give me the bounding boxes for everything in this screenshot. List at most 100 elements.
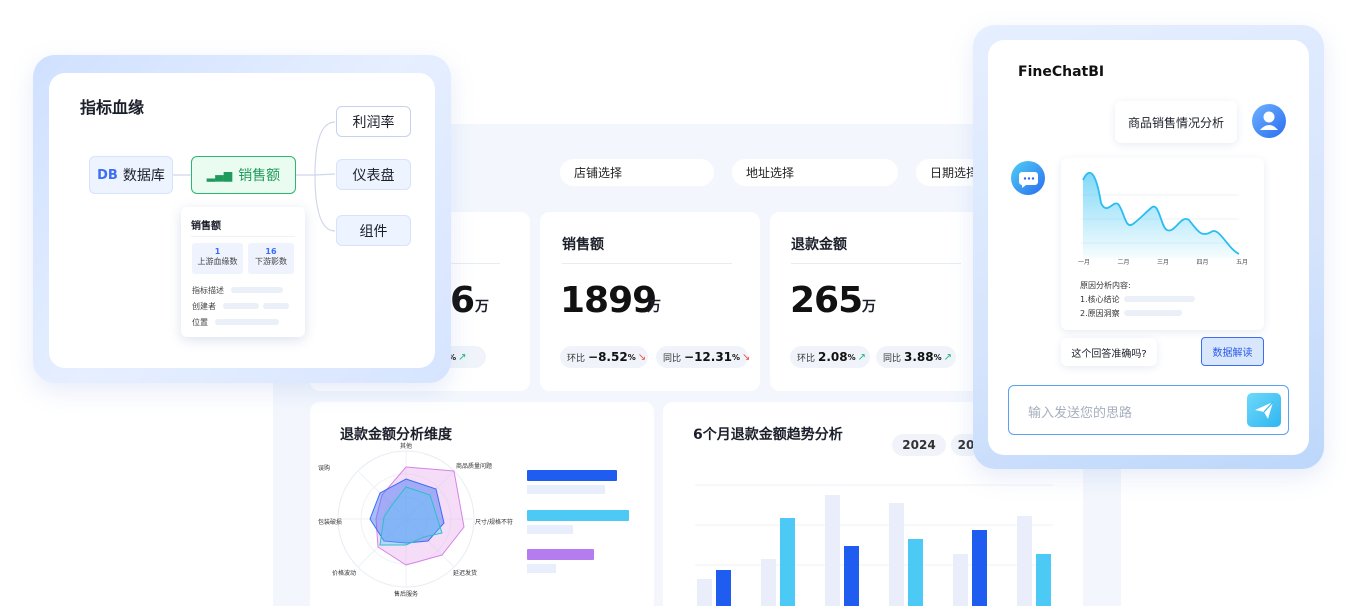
reason-placeholder [1124,310,1182,316]
arrow-down-icon: ↘ [637,351,647,363]
radar-axis-label: 包装破损 [318,518,342,526]
send-icon [1255,401,1274,419]
database-label: 数据库 [122,168,165,184]
card-title: 退款金额分析维度 [340,427,452,443]
target-node-component[interactable]: 组件 [336,215,411,246]
radar-axis-label: 延迟发货 [453,569,477,577]
chat-input-placeholder: 输入发送您的思路 [1028,406,1133,421]
upstream-label: 上游血缘数 [197,257,238,266]
kpi-value: 1899 [560,280,657,321]
kpi-title: 退款金额 [791,237,847,253]
radar-chart: 其他 商品质量问题 尺寸/规格不符 延迟发货 售后服务 价格波动 包装破损 误购 [318,442,513,598]
chat-title: FineChatBI [1018,64,1105,80]
metric-detail-popup: 销售额 1 上游血缘数 16 下游影数 指标描述 创建者 位置 [181,207,305,337]
kpi-divider [562,263,732,264]
chart-month-axis: 一月 二月 三月 四月 五月 [1078,257,1248,266]
kpi-card-refund: 退款金额 265 万 环比 2.08% ↗ 同比 3.88% ↗ [770,212,990,391]
chat-panel: FineChatBI 商品销售情况分析 一月 二月 三月 四月 五月 原因分析内… [988,40,1309,455]
kpi-unit: 万 [862,299,876,315]
reason-item: 2.原因洞察 [1080,309,1120,318]
card-title: 6个月退款金额趋势分析 [693,427,843,443]
radar-axis-label: 尺寸/规格不符 [475,518,513,526]
hbar-placeholder [527,485,605,494]
accuracy-question: 这个回答准确吗? [1061,338,1157,366]
field-placeholder [263,303,289,309]
kpi-mom-pill: 环比 −8.52% ↘ [560,346,648,368]
bot-avatar-icon [1011,161,1045,195]
downstream-count: 16 [265,247,277,256]
field-placeholder [231,287,283,293]
answer-area-chart [1081,172,1240,258]
store-filter-label: 店铺选择 [574,166,623,180]
trend-bar [1017,516,1032,606]
user-silhouette-icon [1260,111,1278,130]
radar-axis-label: 价格波动 [332,569,356,577]
field-label: 指标描述 [192,286,224,295]
data-interpret-button[interactable]: 数据解读 [1201,337,1264,366]
kpi-value: 6 [450,280,475,321]
pill-pct: % [732,352,741,362]
trend-bar [825,495,840,606]
database-node[interactable]: DB 数据库 [89,156,173,194]
arrow-down-icon: ↘ [742,351,751,363]
target-node-profit-rate[interactable]: 利润率 [336,106,411,137]
trend-bar [761,559,776,606]
downstream-stat: 16 下游影数 [248,243,294,274]
address-filter-label: 地址选择 [746,166,795,180]
bot-answer-card: 一月 二月 三月 四月 五月 原因分析内容: 1.核心结论 2.原因洞察 [1061,158,1264,330]
trend-bar [716,570,731,606]
pill-label: 环比 [567,353,586,364]
pill-value: −8.52 [588,350,628,364]
arrow-up-icon: ↗ [857,351,867,363]
kpi-unit: 万 [475,299,489,315]
arrow-up-icon: ↗ [458,351,467,363]
field-label: 创建者 [192,302,216,311]
lineage-panel: 指标血缘 DB 数据库 ▂▄▆ 销售额 利润率 仪表盘 组件 销售额 1 上游血缘数 … [49,73,435,368]
hbar-purple [527,549,594,560]
kpi-yoy-pill: 同比 3.88% ↗ [876,346,956,368]
trend-bar [697,579,712,606]
month-label: 一月 [1078,259,1091,266]
trend-bar [889,503,904,606]
trend-bar [1036,554,1051,606]
kpi-divider [791,263,961,264]
month-label: 二月 [1117,259,1130,266]
radar-axis-label: 售后服务 [394,590,418,598]
date-filter-label: 日期选择 [930,166,979,180]
send-button[interactable] [1247,393,1281,427]
hbar-placeholder [527,525,573,534]
sales-metric-node[interactable]: ▂▄▆ 销售额 [191,156,296,194]
kpi-card-sales: 销售额 1899 万 环比 −8.52% ↘ 同比 −12.31% ↘ [540,212,760,391]
chat-input[interactable]: 输入发送您的思路 [1008,385,1289,435]
popup-title: 销售额 [191,221,221,232]
answer-area-series [1083,172,1239,258]
month-label: 五月 [1235,259,1248,266]
month-label: 三月 [1156,259,1169,266]
field-placeholder [223,303,259,309]
store-filter[interactable]: 店铺选择 [560,159,714,186]
trend-bar [908,539,923,606]
radar-axis-label: 误购 [318,464,330,472]
pill-value: −12.31 [684,350,733,364]
year-tab-2024[interactable]: 2024 [892,434,946,456]
user-message: 商品销售情况分析 [1115,101,1237,143]
hbar-blue [527,470,617,481]
upstream-stat: 1 上游血缘数 [192,243,243,274]
trend-bar [844,546,859,606]
target-node-dashboard[interactable]: 仪表盘 [336,159,411,190]
address-filter[interactable]: 地址选择 [732,159,898,186]
bar-chart-icon: ▂▄▆ [206,168,233,182]
reason-title: 原因分析内容: [1080,281,1131,290]
refund-dimension-card: 退款金额分析维度 其他 商品质量问题 尺寸/规格不符 延迟发货 售后服务 价格波… [310,402,654,606]
pill-pct: % [933,352,942,362]
field-placeholder [215,319,279,325]
pill-pct: % [627,352,636,362]
popup-divider [191,236,295,237]
db-prefix: DB [97,167,118,183]
hbar-cyan [527,510,629,521]
trend-bar-chart [695,484,1053,606]
trend-bar [780,518,795,606]
pill-label: 环比 [797,353,816,364]
hbar-placeholder [527,564,556,573]
user-avatar-icon [1252,104,1286,138]
